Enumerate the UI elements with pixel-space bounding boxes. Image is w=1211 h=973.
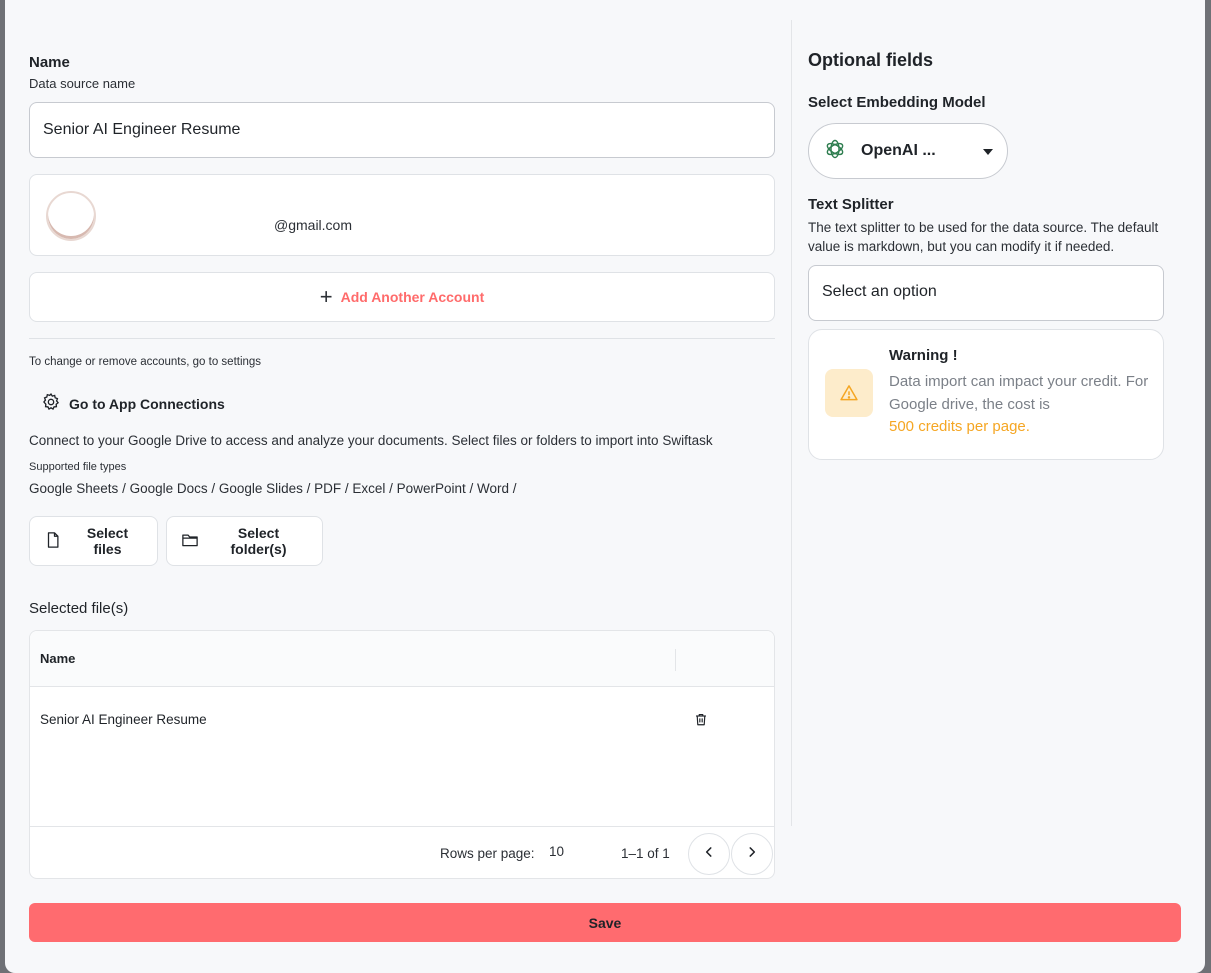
plus-icon: + xyxy=(319,284,333,309)
embedding-model-label: Select Embedding Model xyxy=(808,94,986,111)
account-card: @gmail.com xyxy=(29,174,775,256)
warning-cost-highlight: 500 credits per page. xyxy=(889,418,1030,435)
previous-page-button[interactable] xyxy=(688,833,730,875)
pagination-range: 1–1 of 1 xyxy=(621,846,670,861)
connect-description: Connect to your Google Drive to access a… xyxy=(29,433,713,448)
avatar xyxy=(46,191,96,241)
rows-per-page-label: Rows per page: xyxy=(440,846,535,861)
warning-title: Warning ! xyxy=(889,347,958,364)
column-separator xyxy=(675,649,676,671)
chevron-left-icon xyxy=(702,845,716,864)
file-name-cell: Senior AI Engineer Resume xyxy=(40,712,207,727)
vertical-divider xyxy=(791,20,792,826)
chevron-right-icon xyxy=(745,845,759,864)
selected-files-table: Name Senior AI Engineer Resume Rows per … xyxy=(29,630,775,879)
table-pagination: Rows per page: 10 1–1 of 1 xyxy=(30,826,774,878)
embedding-model-value: OpenAI ... xyxy=(861,142,936,159)
select-files-label: Select files xyxy=(86,525,129,557)
text-splitter-label: Text Splitter xyxy=(808,196,894,213)
name-title: Name xyxy=(29,54,70,71)
next-page-button[interactable] xyxy=(731,833,773,875)
select-folders-label: Select folder(s) xyxy=(230,525,287,557)
caret-down-icon xyxy=(983,149,993,155)
name-subtitle: Data source name xyxy=(29,76,136,91)
supported-types-list: Google Sheets / Google Docs / Google Sli… xyxy=(29,481,517,496)
go-to-app-connections-link[interactable]: Go to App Connections xyxy=(41,392,225,415)
save-button[interactable]: Save xyxy=(29,903,1181,942)
account-name xyxy=(110,193,290,210)
add-account-label: Add Another Account xyxy=(340,289,485,305)
table-row: Senior AI Engineer Resume xyxy=(30,688,774,754)
optional-fields-title: Optional fields xyxy=(808,50,934,70)
import-modal: Name Data source name @gmail.com + Add A… xyxy=(5,0,1205,973)
gear-icon xyxy=(41,392,61,415)
openai-logo-icon xyxy=(823,137,847,166)
divider xyxy=(29,338,775,339)
background-edge xyxy=(1205,0,1211,973)
app-connections-label: Go to App Connections xyxy=(69,395,225,412)
add-another-account-button[interactable]: + Add Another Account xyxy=(29,272,775,322)
column-header-name: Name xyxy=(40,651,76,666)
settings-note: To change or remove accounts, go to sett… xyxy=(29,356,262,368)
trash-icon[interactable] xyxy=(694,712,708,732)
selected-files-label: Selected file(s) xyxy=(29,600,129,617)
data-source-name-input[interactable] xyxy=(29,102,775,158)
file-icon xyxy=(44,531,62,552)
embedding-model-select[interactable]: OpenAI ... xyxy=(808,123,1008,179)
account-email: @gmail.com xyxy=(110,217,352,234)
rows-per-page-select[interactable]: 10 xyxy=(549,844,564,859)
select-folders-button[interactable]: Select folder(s) xyxy=(166,516,323,566)
text-splitter-select[interactable]: Select an option xyxy=(808,265,1164,321)
supported-types-label: Supported file types xyxy=(29,461,127,473)
folder-icon xyxy=(181,531,199,552)
table-header: Name xyxy=(30,631,774,687)
warning-icon xyxy=(825,369,873,417)
select-files-button[interactable]: Select files xyxy=(29,516,158,566)
warning-card: Warning ! Data import can impact your cr… xyxy=(808,329,1164,460)
text-splitter-description: The text splitter to be used for the dat… xyxy=(808,220,1159,254)
warning-body: Data import can impact your credit. For … xyxy=(889,373,1149,435)
